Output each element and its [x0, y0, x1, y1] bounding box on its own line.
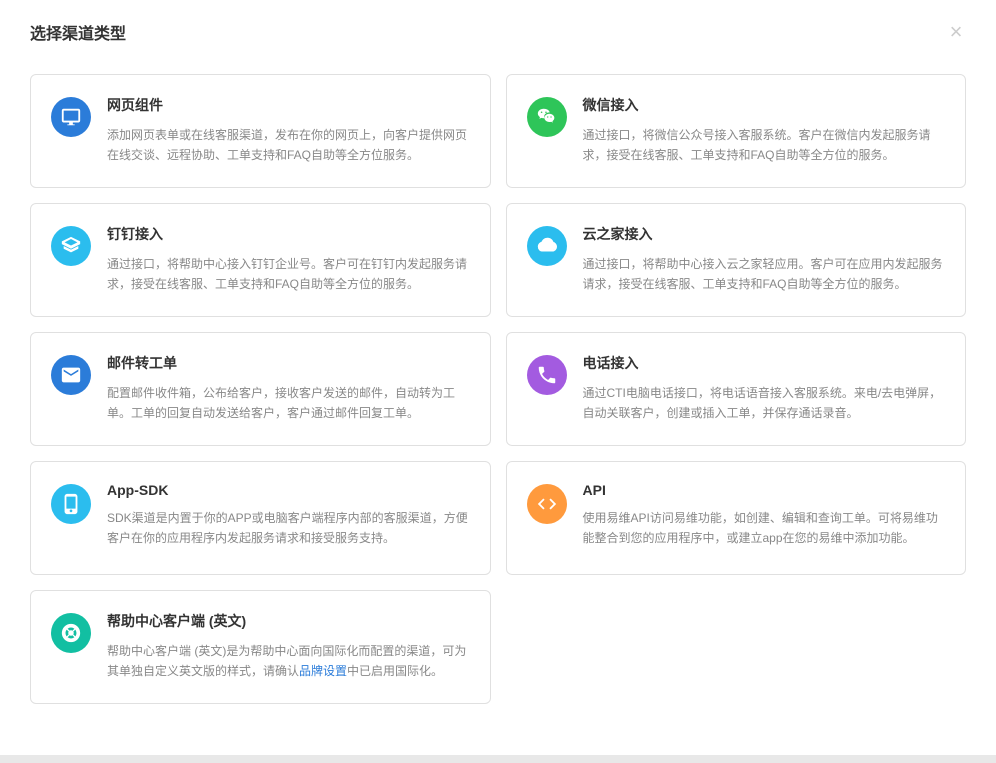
channel-content: 帮助中心客户端 (英文) 帮助中心客户端 (英文)是为帮助中心面向国际化而配置的… [107, 611, 470, 683]
channel-type-dialog: 选择渠道类型 × 网页组件 添加网页表单或在线客服渠道，发布在你的网页上，向客户… [0, 0, 996, 755]
channel-content: API 使用易维API访问易维功能，如创建、编辑和查询工单。可将易维功能整合到您… [583, 482, 946, 554]
channel-title: 云之家接入 [583, 224, 946, 244]
channel-wechat[interactable]: 微信接入 通过接口，将微信公众号接入客服系统。客户在微信内发起服务请求，接受在线… [506, 74, 967, 188]
cloud-icon [527, 226, 567, 266]
dingtalk-icon [51, 226, 91, 266]
channel-title: API [583, 482, 946, 498]
channel-desc: 通过接口，将微信公众号接入客服系统。客户在微信内发起服务请求，接受在线客服、工单… [583, 125, 946, 166]
channel-desc: SDK渠道是内置于你的APP或电脑客户端程序内部的客服渠道，方便客户在你的应用程… [107, 508, 470, 549]
channel-desc: 通过接口，将帮助中心接入钉钉企业号。客户可在钉钉内发起服务请求，接受在线客服、工… [107, 254, 470, 295]
close-button[interactable]: × [946, 22, 966, 42]
channel-content: 邮件转工单 配置邮件收件箱，公布给客户，接收客户发送的邮件，自动转为工单。工单的… [107, 353, 470, 425]
channel-content: App-SDK SDK渠道是内置于你的APP或电脑客户端程序内部的客服渠道，方便… [107, 482, 470, 554]
lifebuoy-icon [51, 613, 91, 653]
channel-app-sdk[interactable]: App-SDK SDK渠道是内置于你的APP或电脑客户端程序内部的客服渠道，方便… [30, 461, 491, 575]
wechat-icon [527, 97, 567, 137]
channel-content: 网页组件 添加网页表单或在线客服渠道，发布在你的网页上，向客户提供网页在线交谈、… [107, 95, 470, 167]
channel-title: 钉钉接入 [107, 224, 470, 244]
channel-desc: 配置邮件收件箱，公布给客户，接收客户发送的邮件，自动转为工单。工单的回复自动发送… [107, 383, 470, 424]
monitor-icon [51, 97, 91, 137]
close-icon: × [950, 21, 963, 43]
channel-title: 帮助中心客户端 (英文) [107, 611, 470, 631]
brand-settings-link[interactable]: 品牌设置 [299, 664, 347, 678]
mail-icon [51, 355, 91, 395]
channel-phone[interactable]: 电话接入 通过CTI电脑电话接口，将电话语音接入客服系统。来电/去电弹屏，自动关… [506, 332, 967, 446]
channel-content: 电话接入 通过CTI电脑电话接口，将电话语音接入客服系统。来电/去电弹屏，自动关… [583, 353, 946, 425]
channel-title: App-SDK [107, 482, 470, 498]
channel-yunzhijia[interactable]: 云之家接入 通过接口，将帮助中心接入云之家轻应用。客户可在应用内发起服务请求，接… [506, 203, 967, 317]
channel-title: 电话接入 [583, 353, 946, 373]
channel-desc: 帮助中心客户端 (英文)是为帮助中心面向国际化而配置的渠道，可为其单独自定义英文… [107, 641, 470, 682]
channel-title: 邮件转工单 [107, 353, 470, 373]
dialog-title: 选择渠道类型 [30, 20, 126, 44]
dialog-header: 选择渠道类型 × [30, 20, 966, 44]
channel-content: 云之家接入 通过接口，将帮助中心接入云之家轻应用。客户可在应用内发起服务请求，接… [583, 224, 946, 296]
channels-grid: 网页组件 添加网页表单或在线客服渠道，发布在你的网页上，向客户提供网页在线交谈、… [30, 74, 966, 704]
channel-desc: 通过CTI电脑电话接口，将电话语音接入客服系统。来电/去电弹屏，自动关联客户，创… [583, 383, 946, 424]
channel-email[interactable]: 邮件转工单 配置邮件收件箱，公布给客户，接收客户发送的邮件，自动转为工单。工单的… [30, 332, 491, 446]
channel-help-center-en[interactable]: 帮助中心客户端 (英文) 帮助中心客户端 (英文)是为帮助中心面向国际化而配置的… [30, 590, 491, 704]
channel-desc: 通过接口，将帮助中心接入云之家轻应用。客户可在应用内发起服务请求，接受在线客服、… [583, 254, 946, 295]
mobile-icon [51, 484, 91, 524]
channel-web-widget[interactable]: 网页组件 添加网页表单或在线客服渠道，发布在你的网页上，向客户提供网页在线交谈、… [30, 74, 491, 188]
channel-content: 钉钉接入 通过接口，将帮助中心接入钉钉企业号。客户可在钉钉内发起服务请求，接受在… [107, 224, 470, 296]
channel-api[interactable]: API 使用易维API访问易维功能，如创建、编辑和查询工单。可将易维功能整合到您… [506, 461, 967, 575]
channel-title: 微信接入 [583, 95, 946, 115]
phone-icon [527, 355, 567, 395]
channel-title: 网页组件 [107, 95, 470, 115]
channel-desc: 使用易维API访问易维功能，如创建、编辑和查询工单。可将易维功能整合到您的应用程… [583, 508, 946, 549]
channel-content: 微信接入 通过接口，将微信公众号接入客服系统。客户在微信内发起服务请求，接受在线… [583, 95, 946, 167]
channel-desc: 添加网页表单或在线客服渠道，发布在你的网页上，向客户提供网页在线交谈、远程协助、… [107, 125, 470, 166]
code-icon [527, 484, 567, 524]
desc-suffix: 中已启用国际化。 [347, 664, 443, 678]
channel-dingtalk[interactable]: 钉钉接入 通过接口，将帮助中心接入钉钉企业号。客户可在钉钉内发起服务请求，接受在… [30, 203, 491, 317]
